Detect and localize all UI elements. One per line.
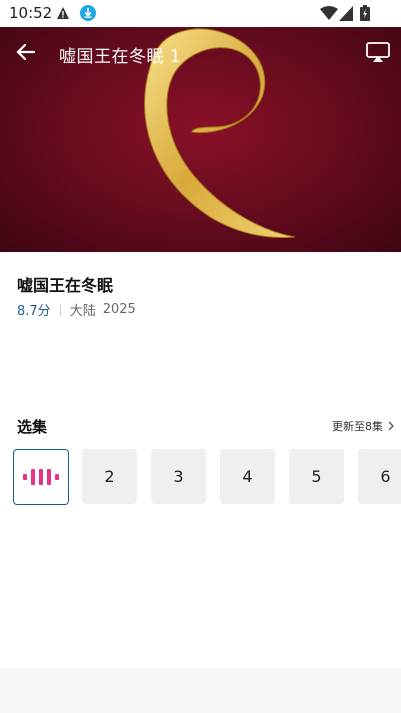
playing-bars-icon	[23, 469, 59, 485]
download-icon	[80, 5, 96, 21]
update-label: 更新至8集	[332, 420, 383, 433]
episodes-update-link[interactable]: 更新至8集	[332, 418, 395, 434]
meta-divider	[59, 303, 61, 316]
wifi-icon	[320, 6, 338, 20]
rating: 8.7分	[17, 304, 51, 319]
warning-icon	[57, 7, 69, 19]
cast-icon[interactable]	[366, 41, 390, 63]
year: 2025	[102, 302, 136, 317]
episodes-heading: 选集	[17, 418, 48, 436]
video-meta: 8.7分 大陆 2025	[17, 300, 136, 319]
episode-item[interactable]: 2	[82, 449, 137, 504]
episode-item-playing[interactable]	[13, 449, 69, 505]
battery-icon	[360, 5, 370, 21]
episode-item[interactable]: 4	[220, 449, 275, 504]
region: 大陆	[69, 304, 96, 319]
status-bar: 10:52	[0, 0, 401, 27]
player-title: 嘘国王在冬眠 1	[59, 47, 182, 67]
player-top-bar: 嘘国王在冬眠 1	[0, 27, 401, 77]
episode-item[interactable]: 5	[289, 449, 344, 504]
bottom-bar	[0, 668, 401, 713]
status-time: 10:52	[9, 4, 53, 22]
episode-item[interactable]: 6	[358, 449, 401, 504]
chevron-right-icon	[388, 421, 394, 431]
back-arrow-icon[interactable]	[14, 41, 36, 63]
signal-icon	[339, 6, 353, 21]
video-title: 嘘国王在冬眠	[17, 276, 114, 295]
episode-list: 2 3 4 5 6	[0, 449, 401, 506]
episode-item[interactable]: 3	[151, 449, 206, 504]
video-player[interactable]: 嘘国王在冬眠 1	[0, 27, 401, 252]
